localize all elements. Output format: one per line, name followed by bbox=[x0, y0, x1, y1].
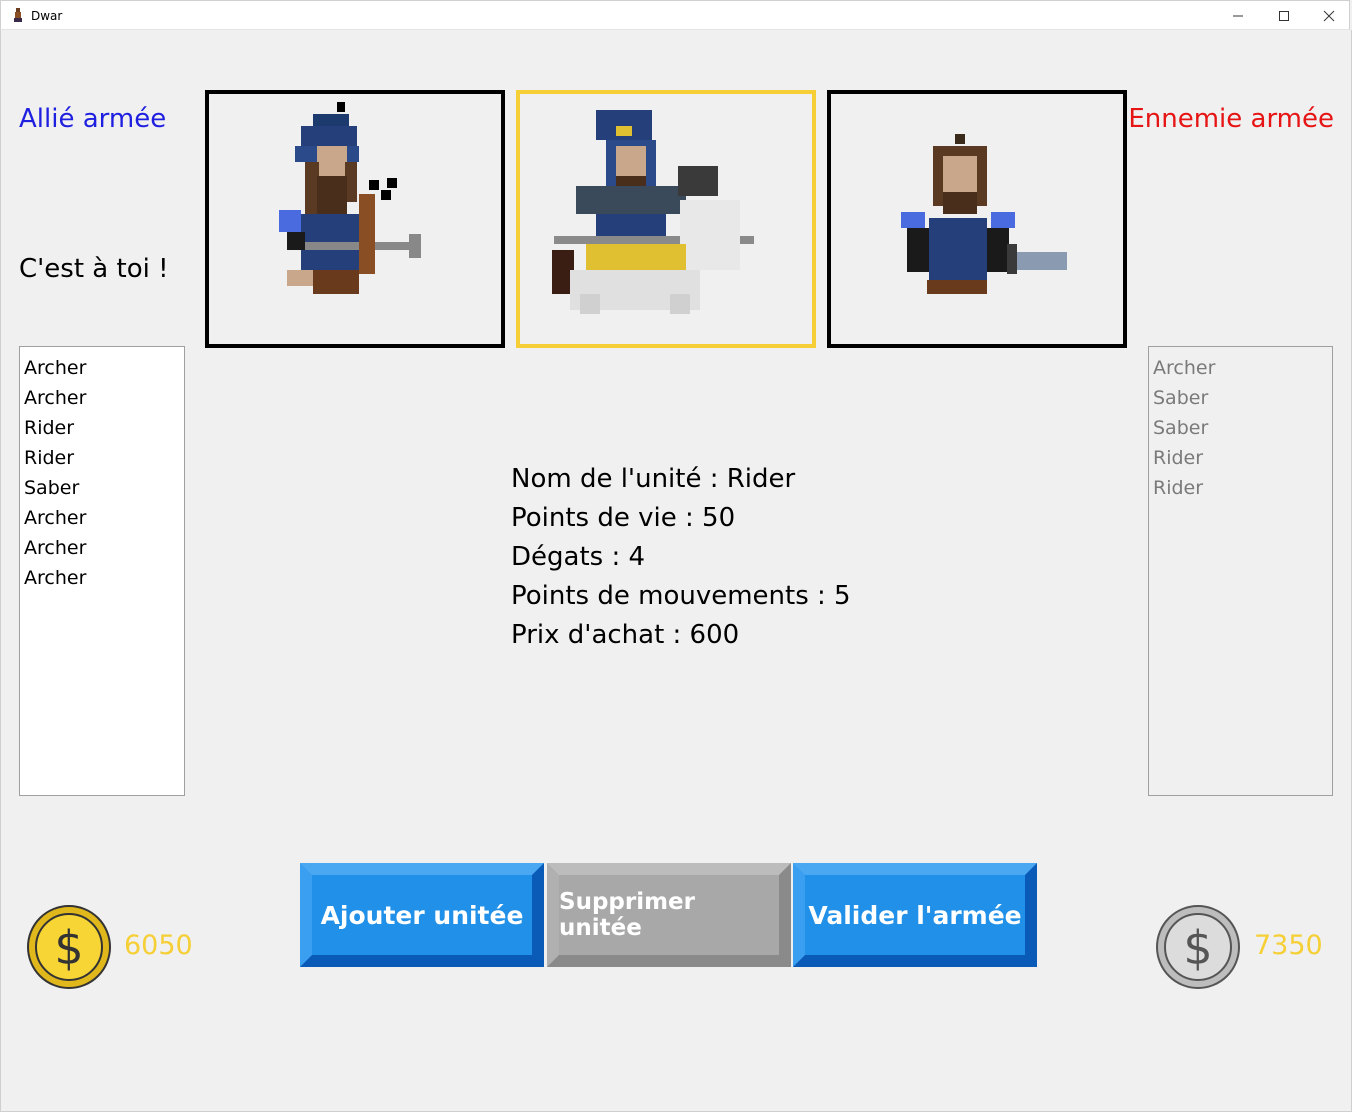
list-item[interactable]: Rider bbox=[20, 413, 184, 443]
unit-name: Nom de l'unité : Rider bbox=[511, 464, 796, 494]
maximize-button[interactable] bbox=[1261, 1, 1307, 31]
list-item[interactable]: Archer bbox=[20, 563, 184, 593]
ally-army-list[interactable]: Archer Archer Rider Rider Saber Archer A… bbox=[19, 346, 185, 796]
close-icon bbox=[1323, 10, 1335, 22]
list-item[interactable]: Archer bbox=[20, 353, 184, 383]
ally-gold-amount: 6050 bbox=[124, 930, 193, 961]
unit-damage: Dégats : 4 bbox=[511, 542, 646, 572]
list-item: Rider bbox=[1153, 447, 1204, 469]
unit-card-rider[interactable] bbox=[516, 90, 816, 348]
list-item: Archer bbox=[1153, 357, 1216, 379]
list-item[interactable]: Archer bbox=[20, 533, 184, 563]
list-item[interactable]: Rider bbox=[20, 443, 184, 473]
minimize-icon bbox=[1233, 15, 1243, 17]
unit-card-archer[interactable] bbox=[205, 90, 505, 348]
unit-movement: Points de mouvements : 5 bbox=[511, 581, 851, 611]
archer-sprite-icon bbox=[279, 102, 421, 294]
remove-unit-button[interactable]: Supprimer unitée bbox=[547, 863, 791, 967]
list-item: Saber bbox=[1153, 387, 1209, 409]
minimize-button[interactable] bbox=[1215, 1, 1261, 31]
turn-indicator: C'est à toi ! bbox=[19, 254, 169, 284]
unit-info-panel: Nom de l'unité : Rider Points de vie : 5… bbox=[511, 460, 851, 655]
svg-text:$: $ bbox=[54, 921, 83, 975]
gold-coin-icon: $ bbox=[27, 905, 111, 989]
add-unit-button[interactable]: Ajouter unitée bbox=[300, 863, 544, 967]
unit-hp: Points de vie : 50 bbox=[511, 503, 736, 533]
enemy-army-label: Ennemie armée bbox=[1128, 104, 1334, 134]
app-icon bbox=[14, 8, 22, 22]
title-bar: Dwar bbox=[0, 0, 1350, 30]
list-item[interactable]: Saber bbox=[20, 473, 184, 503]
ally-army-label: Allié armée bbox=[19, 104, 167, 134]
close-button[interactable] bbox=[1306, 1, 1352, 31]
validate-army-button[interactable]: Valider l'armée bbox=[793, 863, 1037, 967]
maximize-icon bbox=[1279, 11, 1289, 21]
list-item[interactable]: Archer bbox=[20, 383, 184, 413]
enemy-army-list: Archer Saber Saber Rider Rider bbox=[1148, 346, 1333, 796]
svg-text:$: $ bbox=[1183, 921, 1212, 975]
enemy-gold-amount: 7350 bbox=[1254, 930, 1323, 961]
rider-sprite-icon bbox=[552, 110, 754, 314]
saber-sprite-icon bbox=[901, 134, 1067, 294]
list-item[interactable]: Archer bbox=[20, 503, 184, 533]
list-item: Rider bbox=[1153, 477, 1204, 499]
unit-price: Prix d'achat : 600 bbox=[511, 620, 740, 650]
silver-coin-icon: $ bbox=[1156, 905, 1240, 989]
window-title: Dwar bbox=[31, 9, 63, 23]
unit-card-saber[interactable] bbox=[827, 90, 1127, 348]
list-item: Saber bbox=[1153, 417, 1209, 439]
